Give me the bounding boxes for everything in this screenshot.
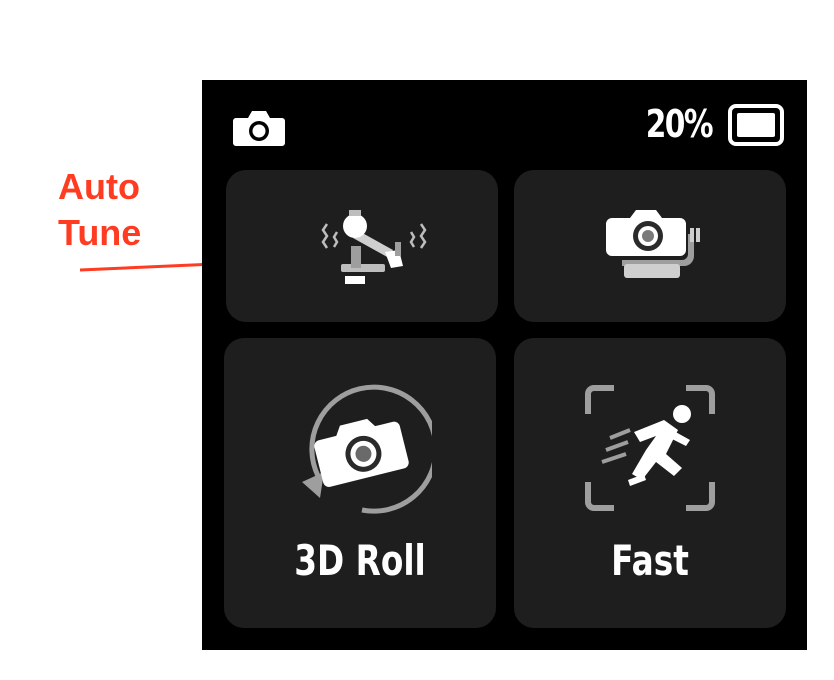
camera-icon xyxy=(233,111,285,146)
battery-icon xyxy=(728,104,784,146)
status-bar: 20% xyxy=(202,80,807,170)
annotation-line-1: Auto xyxy=(58,166,140,207)
auto-tune-annotation: Auto Tune xyxy=(58,164,141,256)
3d-roll-label: 3D Roll xyxy=(294,536,426,585)
battery-percent: 20% xyxy=(645,102,714,146)
3d-roll-camera-icon xyxy=(302,384,432,514)
fast-label: Fast xyxy=(611,536,689,585)
3d-roll-tile[interactable]: 3D Roll xyxy=(224,338,496,628)
camera-on-gimbal-icon xyxy=(606,210,700,278)
running-person-icon xyxy=(585,385,715,511)
gimbal-auto-tune-icon xyxy=(321,210,427,284)
fast-tile[interactable]: Fast xyxy=(514,338,786,628)
auto-tune-tile[interactable] xyxy=(226,170,498,322)
device-screen: 20% 3D Roll Fast xyxy=(202,80,807,650)
gimbal-camera-tile[interactable] xyxy=(514,170,786,322)
